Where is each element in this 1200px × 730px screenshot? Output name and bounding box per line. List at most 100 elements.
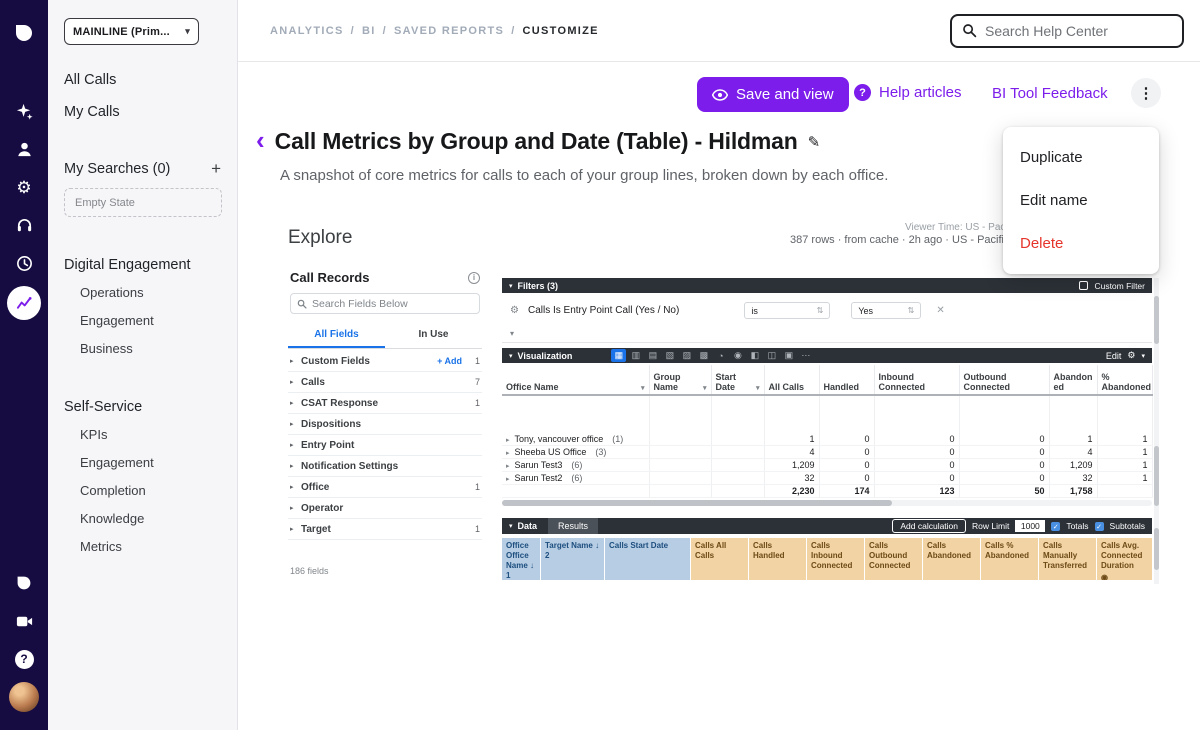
sidebar-item-engagement[interactable]: Engagement [80, 313, 221, 329]
vertical-scrollbar-thumb[interactable] [1154, 446, 1159, 506]
col-outbound-connected[interactable]: Outbound Connected [959, 365, 1049, 395]
filter-value-select[interactable]: Yes ⇅ [851, 302, 921, 319]
table-row[interactable]: ▸Sarun Test3(6) 1,209 0 0 0 1,209 1 [502, 459, 1152, 472]
col-start-date[interactable]: Start Date▾ [711, 365, 764, 395]
ai-sparkles-icon[interactable] [9, 96, 39, 126]
vertical-scrollbar[interactable] [1154, 278, 1159, 584]
expand-row-icon[interactable]: ▸ [506, 450, 510, 457]
custom-filter-label[interactable]: Custom Filter [1094, 281, 1145, 291]
add-calculation-button[interactable]: Add calculation [892, 519, 966, 533]
breadcrumb-saved-reports[interactable]: SAVED REPORTS [394, 25, 504, 37]
back-button[interactable]: ‹ [256, 127, 265, 153]
sidebar-item-operations[interactable]: Operations [80, 285, 221, 301]
sidebar-item-all-calls[interactable]: All Calls [64, 71, 221, 89]
tab-results[interactable]: Results [548, 518, 598, 534]
help-center-search-input[interactable] [985, 23, 1172, 39]
field-group-calls[interactable]: ▸ Calls 7 [288, 372, 482, 393]
col-pct-abandoned[interactable]: % Abandoned [1097, 365, 1152, 395]
sidebar-item-my-calls[interactable]: My Calls [64, 103, 221, 121]
sidebar-item-business[interactable]: Business [80, 341, 221, 357]
eye-icon[interactable]: ◉ [1101, 573, 1148, 580]
vis-icon-funnel[interactable]: ▣ [781, 349, 796, 362]
menu-item-delete[interactable]: Delete [1003, 222, 1159, 265]
data-col-abandoned[interactable]: Calls Abandoned [923, 538, 980, 580]
edit-title-pencil-icon[interactable]: ✎ [808, 133, 821, 151]
expand-row-icon[interactable]: ▸ [506, 437, 510, 444]
collapse-filters-icon[interactable]: ▾ [509, 282, 513, 290]
subtotals-label[interactable]: Subtotals [1110, 521, 1145, 531]
field-search-input[interactable] [312, 298, 473, 310]
tab-all-fields[interactable]: All Fields [288, 324, 385, 348]
field-group-entry-point[interactable]: ▸ Entry Point [288, 435, 482, 456]
data-col-office-name[interactable]: Office Office Name ↓ 1 [502, 538, 540, 580]
vis-icon-donut[interactable]: ◉ [730, 349, 745, 362]
filter-operator-select[interactable]: is ⇅ [744, 302, 830, 319]
sidebar-item-metrics[interactable]: Metrics [80, 539, 221, 555]
row-limit-input[interactable] [1015, 520, 1045, 532]
more-actions-button[interactable]: ⋮ [1131, 78, 1161, 108]
field-search[interactable] [290, 293, 480, 314]
horizontal-scrollbar[interactable] [502, 500, 1152, 506]
help-center-search[interactable] [950, 14, 1184, 48]
horizontal-scrollbar-thumb[interactable] [502, 500, 892, 506]
help-icon[interactable]: ? [9, 644, 39, 674]
menu-item-duplicate[interactable]: Duplicate [1003, 136, 1159, 179]
table-row[interactable]: ▸Sarun Test2(6) 32 0 0 0 32 1 [502, 472, 1152, 485]
collapse-data-icon[interactable]: ▾ [509, 522, 513, 530]
sidebar-item-kpis[interactable]: KPIs [80, 427, 221, 443]
add-custom-field-button[interactable]: + Add [437, 356, 462, 366]
vis-icon-grid[interactable]: ▥ [628, 349, 643, 362]
info-icon[interactable]: i [468, 272, 480, 284]
totals-checkbox[interactable]: ✓ [1051, 522, 1060, 531]
workspace-selector[interactable]: MAINLINE (Prim... ▾ [64, 18, 199, 45]
vis-icon-pie[interactable]: ◔ [713, 349, 728, 362]
video-meetings-icon[interactable] [9, 606, 39, 636]
data-col-manually-transferred[interactable]: Calls Manually Transferred [1039, 538, 1096, 580]
filter-gear-icon[interactable]: ⚙ [510, 305, 519, 316]
sidebar-item-knowledge[interactable]: Knowledge [80, 511, 221, 527]
data-col-outbound-connected[interactable]: Calls Outbound Connected [865, 538, 922, 580]
menu-item-edit-name[interactable]: Edit name [1003, 179, 1159, 222]
expand-row-icon[interactable]: ▸ [506, 476, 510, 483]
tab-in-use[interactable]: In Use [385, 324, 482, 348]
field-group-office[interactable]: ▸ Office 1 [288, 477, 482, 498]
vis-settings-gear-icon[interactable]: ⚙ [1127, 350, 1135, 361]
data-col-start-date[interactable]: Calls Start Date [605, 538, 690, 580]
add-search-button[interactable]: + [211, 161, 221, 177]
contacts-icon[interactable] [9, 134, 39, 164]
remove-filter-button[interactable]: ✕ [936, 305, 944, 316]
data-col-handled[interactable]: Calls Handled [749, 538, 806, 580]
col-inbound-connected[interactable]: Inbound Connected [874, 365, 959, 395]
collapse-visualization-icon[interactable]: ▾ [509, 352, 513, 360]
breadcrumb-analytics[interactable]: ANALYTICS [270, 25, 344, 37]
vis-icon-more[interactable]: ⋯ [798, 349, 813, 362]
custom-filter-checkbox[interactable] [1079, 281, 1088, 290]
vis-icon-line[interactable]: ▨ [679, 349, 694, 362]
col-abandoned[interactable]: Abandoned [1049, 365, 1097, 395]
table-row[interactable]: ▸Tony, vancouver office(1) 1 0 0 0 1 1 [502, 433, 1152, 446]
sidebar-item-completion[interactable]: Completion [80, 483, 221, 499]
bi-tool-feedback-link[interactable]: BI Tool Feedback [992, 85, 1108, 102]
user-avatar[interactable] [9, 682, 39, 712]
vis-icon-bar[interactable]: ▤ [645, 349, 660, 362]
col-all-calls[interactable]: All Calls [764, 365, 819, 395]
field-group-operator[interactable]: ▸ Operator [288, 498, 482, 519]
data-col-avg-connected-duration[interactable]: Calls Avg. Connected Duration ◉ [1097, 538, 1152, 580]
data-col-inbound-connected[interactable]: Calls Inbound Connected [807, 538, 864, 580]
support-headset-icon[interactable] [9, 210, 39, 240]
totals-label[interactable]: Totals [1066, 521, 1088, 531]
field-group-dispositions[interactable]: ▸ Dispositions [288, 414, 482, 435]
help-articles-link[interactable]: ? Help articles [854, 84, 962, 101]
save-and-view-button[interactable]: Save and view [697, 77, 849, 112]
dialpad-logo-icon[interactable] [9, 18, 39, 48]
analytics-icon-active[interactable] [7, 286, 41, 320]
vis-edit-button[interactable]: Edit [1106, 351, 1122, 361]
vis-icon-map[interactable]: ◧ [747, 349, 762, 362]
expand-row-icon[interactable]: ▸ [506, 463, 510, 470]
col-handled[interactable]: Handled [819, 365, 874, 395]
call-history-icon[interactable] [9, 248, 39, 278]
field-group-notification-settings[interactable]: ▸ Notification Settings [288, 456, 482, 477]
vis-icon-column[interactable]: ▧ [662, 349, 677, 362]
field-group-target[interactable]: ▸ Target 1 [288, 519, 482, 540]
breadcrumb-bi[interactable]: BI [362, 25, 376, 37]
